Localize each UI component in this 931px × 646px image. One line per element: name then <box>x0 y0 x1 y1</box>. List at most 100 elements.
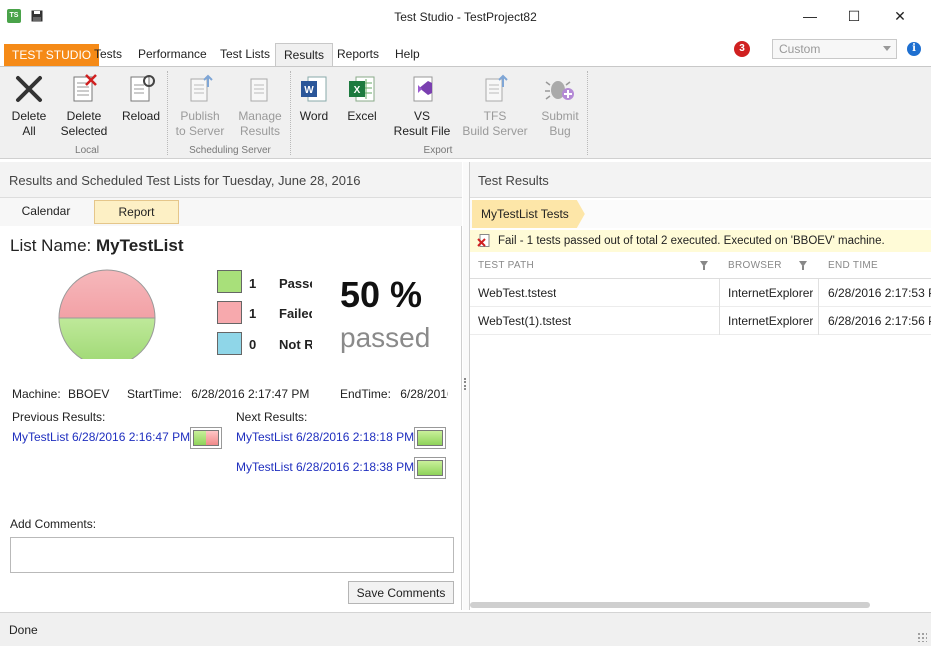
list-name-value: MyTestList <box>95 236 184 255</box>
splitter-grip-icon[interactable] <box>464 378 467 390</box>
group-label-scheduling: Scheduling Server <box>189 145 271 156</box>
pass-percent-label: passed <box>340 322 431 353</box>
cell-test-path: WebTest(1).tstest <box>478 314 572 328</box>
svg-text:X: X <box>354 85 361 96</box>
maximize-button[interactable]: ☐ <box>831 0 877 32</box>
next-result-bar <box>414 427 446 449</box>
result-summary: Fail - 1 tests passed out of total 2 exe… <box>470 230 931 252</box>
tfs-build-server-button[interactable]: TFS Build Server <box>462 73 528 139</box>
legend-swatch-failed <box>217 301 242 324</box>
export-vs-result-button[interactable]: VS Result File <box>392 73 452 139</box>
horizontal-scrollbar[interactable] <box>470 602 870 608</box>
delete-selected-button[interactable]: Delete Selected <box>58 73 110 139</box>
resize-grip-icon[interactable] <box>917 632 927 642</box>
ribbon-separator <box>167 71 168 155</box>
report-panel: Results and Scheduled Test Lists for Tue… <box>0 162 462 610</box>
fail-icon <box>477 234 490 247</box>
table-row[interactable]: WebTest.tstest InternetExplorer 6/28/201… <box>470 279 931 307</box>
column-divider <box>818 307 819 335</box>
test-results-header: Test Results <box>470 162 931 198</box>
result-bar-fill <box>417 460 443 476</box>
ribbon-separator <box>587 71 588 155</box>
manage-results-button[interactable]: Manage Results <box>234 73 286 139</box>
legend-count-passed: 1 <box>249 276 257 291</box>
pass-percent: 50 % <box>340 274 423 315</box>
delete-selected-icon <box>73 74 97 102</box>
column-divider <box>719 279 720 307</box>
breadcrumb-item[interactable]: MyTestList Tests <box>472 200 585 228</box>
legend-label-passed: Passed <box>279 276 312 291</box>
list-name-label: List Name: <box>10 236 92 255</box>
profile-select[interactable]: Custom <box>772 39 897 59</box>
chevron-down-icon <box>883 46 891 51</box>
column-header-end-time[interactable]: END TIME <box>828 253 878 279</box>
report-panel-header: Results and Scheduled Test Lists for Tue… <box>0 162 462 198</box>
word-icon: W <box>301 76 327 102</box>
subtab-calendar[interactable]: Calendar <box>0 200 92 224</box>
result-summary-text: Fail - 1 tests passed out of total 2 exe… <box>498 235 885 247</box>
pie-slice-failed <box>58 269 156 319</box>
legend-label-not-run: Not Run <box>279 337 312 352</box>
next-result-bar <box>414 457 446 479</box>
previous-result-link[interactable]: MyTestList 6/28/2016 2:16:47 PM <box>12 430 190 444</box>
filter-icon[interactable] <box>799 261 807 270</box>
machine-info: Machine: BBOEV <box>12 387 109 401</box>
notification-badge[interactable]: 3 <box>734 41 750 57</box>
delete-all-icon <box>16 76 42 102</box>
tab-test-studio[interactable]: TEST STUDIO <box>4 44 100 66</box>
filter-icon[interactable] <box>700 261 708 270</box>
export-excel-button[interactable]: X Excel <box>343 73 381 124</box>
cell-browser: InternetExplorer <box>728 286 814 300</box>
publish-to-server-button[interactable]: Publish to Server <box>172 73 228 139</box>
result-bar-fill <box>193 430 219 446</box>
delete-all-button[interactable]: Delete All <box>6 73 52 139</box>
column-header-browser[interactable]: BROWSER <box>728 253 782 279</box>
tab-test-lists[interactable]: Test Lists <box>212 43 278 66</box>
tab-help[interactable]: Help <box>387 43 428 66</box>
info-icon[interactable]: i <box>907 42 921 56</box>
close-button[interactable]: ✕ <box>877 0 923 32</box>
ribbon: Delete All Delete Selected Reload Local … <box>0 66 931 159</box>
table-row[interactable]: WebTest(1).tstest InternetExplorer 6/28/… <box>470 307 931 335</box>
group-label-local: Local <box>75 145 99 156</box>
tab-performance[interactable]: Performance <box>130 43 215 66</box>
title-bar: TS Test Studio - TestProject82 — ☐ ✕ <box>0 0 931 34</box>
legend-count-failed: 1 <box>249 306 257 321</box>
previous-result-bar <box>190 427 222 449</box>
delete-selected-label: Delete Selected <box>60 109 108 138</box>
tab-results[interactable]: Results <box>275 43 334 66</box>
machine-value: BBOEV <box>68 387 110 401</box>
excel-icon: X <box>349 76 375 102</box>
submit-bug-button[interactable]: Submit Bug <box>536 73 584 139</box>
submit-bug-label: Submit Bug <box>541 109 579 138</box>
cell-end-time: 6/28/2016 2:17:53 PM <box>828 286 931 300</box>
tab-reports[interactable]: Reports <box>329 43 387 66</box>
legend-label-failed: Failed <box>279 306 312 321</box>
visual-studio-icon <box>413 76 433 102</box>
export-word-button[interactable]: W Word <box>295 73 333 124</box>
passed-segment <box>418 461 442 475</box>
bug-icon <box>545 81 574 100</box>
reload-label: Reload <box>121 109 161 123</box>
reload-button[interactable]: Reload <box>118 73 164 124</box>
pie-slice-passed <box>58 317 156 359</box>
publish-label: Publish to Server <box>175 109 225 138</box>
report-subtabs: Calendar Report <box>0 198 462 226</box>
tab-tests[interactable]: Tests <box>86 43 130 66</box>
next-result-link[interactable]: MyTestList 6/28/2016 2:18:38 PM <box>236 460 414 474</box>
subtab-report[interactable]: Report <box>94 200 179 224</box>
next-result-link[interactable]: MyTestList 6/28/2016 2:18:18 PM <box>236 430 414 444</box>
ribbon-separator <box>290 71 291 155</box>
cell-end-time: 6/28/2016 2:17:56 PM <box>828 314 931 328</box>
status-bar: Done <box>0 612 931 646</box>
save-comments-button[interactable]: Save Comments <box>348 581 454 604</box>
export-word-label: Word <box>299 109 329 123</box>
passed-segment <box>418 431 442 445</box>
comments-input[interactable] <box>10 537 454 573</box>
column-divider <box>818 279 819 307</box>
machine-label: Machine: <box>12 387 61 401</box>
group-label-export: Export <box>423 145 453 156</box>
pass-fail-pie-chart <box>58 269 156 359</box>
minimize-button[interactable]: — <box>787 0 833 32</box>
column-header-test-path[interactable]: TEST PATH <box>478 253 534 279</box>
